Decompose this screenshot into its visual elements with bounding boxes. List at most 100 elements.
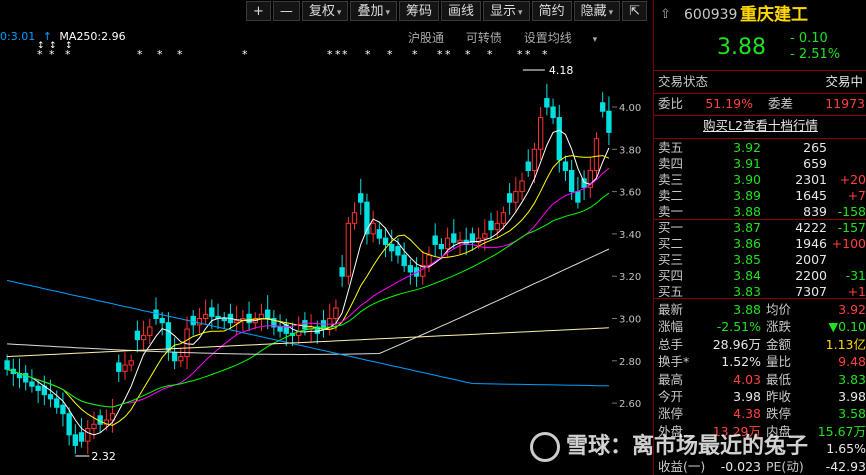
candle-body bbox=[525, 161, 531, 171]
stat-row: 最新 3.88 均价 3.92 bbox=[654, 301, 866, 318]
ma20-line bbox=[6, 167, 610, 408]
stat-value: 3.58 bbox=[838, 406, 866, 422]
candle-body bbox=[85, 427, 91, 442]
display-button-label: 显示 bbox=[490, 4, 517, 19]
zoom-out-button-label: — bbox=[279, 4, 293, 19]
candle-body bbox=[432, 235, 438, 245]
weicha-label: 委差 bbox=[768, 96, 794, 111]
l2-link-row: 购买L2查看十档行情 bbox=[654, 117, 866, 135]
watermark-colon: ： bbox=[610, 434, 633, 459]
candle-body bbox=[153, 309, 159, 320]
bids-level-row[interactable]: 买四 3.84 2200 -31 bbox=[654, 268, 866, 284]
stat-row: 今开 3.98 昨收 3.98 bbox=[654, 388, 866, 405]
bids-level-row[interactable]: 买三 3.85 2007 bbox=[654, 252, 866, 268]
candle-body bbox=[54, 398, 60, 408]
candle-body bbox=[562, 161, 569, 171]
kline-chart[interactable]: 4.003.803.603.403.203.002.802.60* * * * * * * *… bbox=[0, 0, 650, 475]
stat-value: 1.52% bbox=[721, 354, 761, 370]
price-change-pct: - 2.51% bbox=[790, 47, 841, 62]
event-marker-icon: * bbox=[542, 48, 548, 61]
level-label: 买一 bbox=[658, 220, 684, 235]
level-price: 3.85 bbox=[733, 252, 761, 267]
candle-body bbox=[78, 432, 85, 442]
stat-row: 涨停 4.38 跌停 3.58 bbox=[654, 405, 866, 422]
candle-body bbox=[128, 360, 134, 366]
bids-level-row[interactable]: 买一 3.87 4222 -157 bbox=[654, 220, 866, 236]
zoom-in-button-label: + bbox=[253, 4, 264, 19]
stat-label: 最新 bbox=[658, 302, 684, 317]
stat-label: 涨跌 bbox=[766, 319, 792, 335]
fullscreen-button-label: ⇱ bbox=[629, 4, 641, 19]
chips-button[interactable]: 筹码 bbox=[399, 1, 440, 21]
level-delta: +7 bbox=[847, 188, 866, 203]
level-volume: 839 bbox=[803, 204, 827, 219]
zoom-in-button[interactable]: + bbox=[246, 1, 271, 21]
overlay-button[interactable]: 叠加 ▾ bbox=[350, 1, 397, 21]
stat-value: 15.67万 bbox=[817, 423, 866, 439]
candle-body bbox=[178, 356, 184, 362]
bids-level-row[interactable]: 买二 3.86 1946 +100 bbox=[654, 236, 866, 252]
stat-label: 昨收 bbox=[766, 389, 792, 404]
chevron-down-icon: ▾ bbox=[336, 8, 342, 18]
axis-tick-label: 3.60 bbox=[619, 188, 641, 199]
stat-row: 涨幅 -2.51% 涨跌 ▼0.10 bbox=[654, 318, 866, 335]
candle-body bbox=[258, 313, 265, 319]
hgt-link[interactable]: 沪股通 bbox=[408, 31, 444, 45]
stat-row: 换手* 1.52% 量比 9.48 bbox=[654, 353, 866, 370]
axis-tick-label: 2.80 bbox=[619, 357, 641, 368]
stat-value: 3.88 bbox=[733, 302, 761, 317]
weibi-row: 委比 51.19% 委差 11973 bbox=[654, 95, 866, 113]
candle-body bbox=[333, 307, 339, 319]
fullscreen-button[interactable]: ⇱ bbox=[622, 1, 648, 21]
ma250-line bbox=[7, 327, 609, 358]
stat-value: 4.03 bbox=[733, 371, 761, 387]
stat-value: 3.98 bbox=[838, 389, 866, 404]
asks-level-row[interactable]: 卖四 3.91 659 bbox=[654, 156, 866, 172]
convertible-bond-link[interactable]: 可转债 bbox=[466, 31, 502, 45]
event-marker-icon: * bbox=[342, 48, 348, 61]
weibi-value: 51.19% bbox=[705, 96, 753, 111]
stat-row: 总手 28.96万 金额 1.13亿 bbox=[654, 336, 866, 353]
asks-level-row[interactable]: 卖一 3.88 839 -158 bbox=[654, 204, 866, 220]
candle-body bbox=[339, 267, 345, 277]
level-label: 卖二 bbox=[658, 188, 684, 203]
candle-body bbox=[190, 315, 196, 326]
stat-value: 28.96万 bbox=[712, 336, 761, 352]
buy-l2-link[interactable]: 购买L2查看十档行情 bbox=[703, 118, 818, 133]
chips-button-label: 筹码 bbox=[406, 4, 433, 19]
event-marker-icon: * bbox=[517, 48, 523, 61]
candle-body bbox=[159, 318, 165, 324]
low-price-label: 2.32 bbox=[91, 450, 116, 463]
hide-button[interactable]: 隐藏 ▾ bbox=[573, 1, 621, 21]
level-label: 卖一 bbox=[658, 204, 684, 219]
stat-value: 9.48 bbox=[838, 354, 866, 370]
fuquan-button-label: 复权 bbox=[308, 4, 335, 19]
simple-button[interactable]: 简约 bbox=[531, 1, 572, 21]
draw-line-button[interactable]: 画线 bbox=[441, 1, 482, 21]
axis-tick-label: 3.40 bbox=[619, 230, 641, 241]
prev-stock-arrow-icon[interactable]: ⇧ bbox=[660, 6, 671, 24]
candle-body bbox=[407, 265, 414, 273]
candle-body bbox=[401, 254, 407, 267]
candle-body bbox=[171, 351, 178, 362]
level-label: 卖三 bbox=[658, 172, 684, 187]
kline-chart-area[interactable]: 4.00 3.80 3.60 3.40 3.20 3.00 2.80 2.60 * * * * * * * *… bbox=[0, 0, 650, 475]
candle-body bbox=[345, 222, 351, 277]
display-button[interactable]: 显示 ▾ bbox=[483, 1, 530, 21]
asks-level-row[interactable]: 卖五 3.92 265 bbox=[654, 140, 866, 156]
asks-level-row[interactable]: 卖三 3.90 2301 +20 bbox=[654, 172, 866, 188]
stat-label: 跌停 bbox=[766, 406, 792, 422]
stat-value: 1.65% bbox=[826, 441, 866, 457]
fuquan-button[interactable]: 复权 ▾ bbox=[301, 1, 349, 21]
set-ma-label: 设置均线 bbox=[523, 31, 572, 45]
candle-body bbox=[544, 98, 550, 108]
set-ma-link[interactable]: 设置均线 ▾ bbox=[524, 31, 615, 45]
zoom-out-button[interactable]: — bbox=[272, 1, 300, 21]
stock-code: 600939 bbox=[684, 7, 738, 23]
asks-level-row[interactable]: 卖二 3.89 1645 +7 bbox=[654, 188, 866, 204]
stat-label: 最高 bbox=[658, 371, 684, 387]
candle-body bbox=[500, 212, 507, 224]
level-price: 3.91 bbox=[733, 156, 761, 171]
event-marker-icon: * bbox=[525, 48, 531, 61]
candle-body bbox=[72, 434, 79, 446]
